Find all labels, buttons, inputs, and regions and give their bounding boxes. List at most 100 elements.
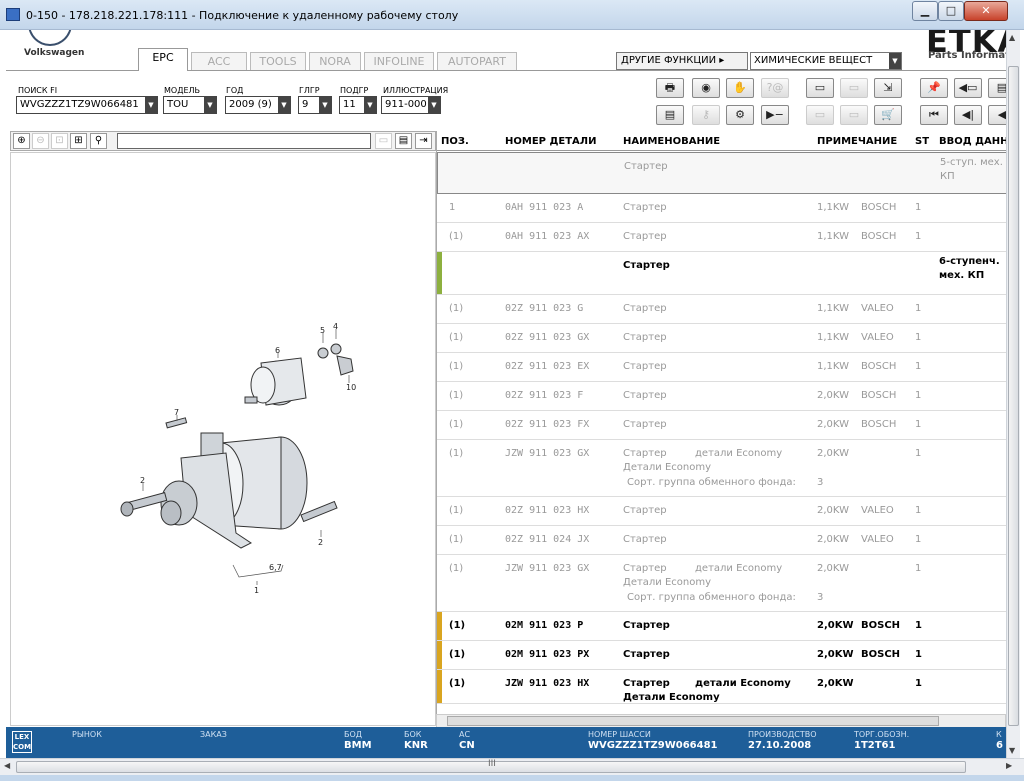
next-icon[interactable]: ◀: [988, 105, 1006, 125]
table-row[interactable]: (1) 02Z 911 023 HX Стартер 2,0KW VALEO 1: [437, 497, 1006, 526]
table-scroll-thumb[interactable]: [447, 716, 939, 726]
scroll-down-icon[interactable]: ▼: [1009, 746, 1015, 755]
window-horizontal-scrollbar[interactable]: ◀ III ▶: [0, 758, 1024, 775]
col-name[interactable]: НАИМЕНОВАНИЕ: [623, 136, 720, 147]
cart-icon[interactable]: 🛒: [874, 105, 902, 125]
cart-arrow-icon[interactable]: ⇲: [874, 78, 902, 98]
chevron-down-icon[interactable]: ▼: [364, 97, 376, 113]
scroll-right-icon[interactable]: ▶: [1006, 761, 1012, 770]
table-row[interactable]: (1) 02Z 911 023 G Стартер 1,1KW VALEO 1: [437, 295, 1006, 324]
elsa-icon[interactable]: ▭: [806, 78, 834, 98]
document-icon[interactable]: ▭: [840, 105, 868, 125]
tab-tools[interactable]: TOOLS: [250, 52, 306, 70]
table-row[interactable]: (1) 02Z 911 023 FX Стартер 2,0KW BOSCH 1: [437, 411, 1006, 440]
zoom-in-icon[interactable]: ⊕: [13, 133, 30, 149]
book-icon[interactable]: ▤: [988, 78, 1006, 98]
first-icon[interactable]: ⏮: [920, 105, 948, 125]
col-pos[interactable]: ПОЗ.: [441, 136, 469, 147]
vin-search-select[interactable]: WVGZZZ1TZ9W066481 ▼: [16, 96, 158, 114]
chevron-down-icon[interactable]: ▼: [278, 97, 290, 113]
tab-acc[interactable]: ACC: [191, 52, 247, 70]
table-row[interactable]: 1 0AH 911 023 A Стартер 1,1KW BOSCH 1: [437, 194, 1006, 223]
col-part-number[interactable]: НОМЕР ДЕТАЛИ: [505, 136, 596, 147]
illustration-select[interactable]: 911-000 ▼: [381, 96, 441, 114]
copy-view-icon[interactable]: ▭: [375, 133, 392, 149]
col-note[interactable]: ПРИМЕЧАНИЕ: [817, 136, 897, 147]
table-row[interactable]: (1) JZW 911 023 GX Стартер детали Economy Де…: [437, 555, 1006, 612]
table-horizontal-scrollbar[interactable]: [436, 714, 1006, 728]
note-cell: 1,1KW: [817, 361, 849, 372]
production-value: 27.10.2008: [748, 740, 812, 751]
bike-icon[interactable]: ⚙: [726, 105, 754, 125]
table-row[interactable]: (1) 02M 911 023 PX Стартер 2,0KW BOSCH 1: [437, 641, 1006, 670]
tab-epc[interactable]: EPC: [138, 48, 188, 71]
name-extra-cell: детали Economy: [695, 678, 791, 689]
chemicals-select[interactable]: ХИМИЧЕСКИЕ ВЕЩЕСТ ▼: [750, 52, 902, 70]
illustration-search-input[interactable]: [117, 133, 371, 149]
model-select[interactable]: TOU ▼: [163, 96, 217, 114]
scroll-left-icon[interactable]: ◀: [4, 761, 10, 770]
back-book-icon[interactable]: ◀▭: [954, 78, 982, 98]
chevron-down-icon[interactable]: ▼: [204, 97, 216, 113]
table-row[interactable]: (1) 02Z 911 023 F Стартер 2,0KW BOSCH 1: [437, 382, 1006, 411]
cd-icon[interactable]: ◉: [692, 78, 720, 98]
vertical-scroll-thumb[interactable]: [1008, 66, 1019, 726]
printer-icon[interactable]: 🖶: [656, 78, 684, 98]
close-button[interactable]: ✕: [964, 1, 1008, 21]
callout-7[interactable]: 7: [174, 408, 179, 417]
scroll-grip: III: [488, 759, 496, 769]
table-row[interactable]: (1) 02M 911 023 P Стартер 2,0KW BOSCH 1: [437, 612, 1006, 641]
table-row[interactable]: (1) JZW 911 023 GX Стартер детали Economy Де…: [437, 440, 1006, 497]
tab-infoline[interactable]: INFOLINE: [364, 52, 434, 70]
callout-10[interactable]: 10: [346, 383, 356, 392]
starter-illustration[interactable]: 6 5 4 10 7 2 2 6,7 1: [10, 152, 436, 726]
magnifier-icon[interactable]: ⚲: [90, 133, 107, 149]
table-row[interactable]: (1) 02Z 911 024 JX Стартер 2,0KW VALEO 1: [437, 526, 1006, 555]
copy-icon[interactable]: ▭: [806, 105, 834, 125]
play-minus-icon[interactable]: ▶−: [761, 105, 789, 125]
col-input[interactable]: ВВОД ДАННЫХ: [939, 136, 1006, 147]
callout-5[interactable]: 5: [320, 326, 325, 335]
chevron-down-icon[interactable]: ▼: [319, 97, 331, 113]
callout-4[interactable]: 4: [333, 322, 338, 331]
main-group-select[interactable]: 9 ▼: [298, 96, 332, 114]
gebrot-icon[interactable]: ▭: [840, 78, 868, 98]
prev-icon[interactable]: ◀|: [954, 105, 982, 125]
minimize-button[interactable]: ▁: [912, 1, 938, 21]
layout-icon[interactable]: ▤: [395, 133, 412, 149]
list-icon[interactable]: ▤: [656, 105, 684, 125]
callout-2a[interactable]: 2: [140, 476, 145, 485]
help-icon[interactable]: ?@: [761, 78, 789, 98]
scroll-up-icon[interactable]: ▲: [1009, 33, 1015, 42]
table-row[interactable]: Стартер 5-ступ. мех. КП: [437, 152, 1006, 194]
tab-autopart[interactable]: AUTOPART: [437, 52, 517, 70]
expand-icon[interactable]: ⇥: [415, 133, 432, 149]
pin-icon[interactable]: 📌: [920, 78, 948, 98]
chevron-down-icon[interactable]: ▼: [889, 53, 901, 69]
table-row[interactable]: (1) 02Z 911 023 EX Стартер 1,1KW BOSCH 1: [437, 353, 1006, 382]
table-row[interactable]: (1) JZW 911 023 HX Стартер детали Economy Де…: [437, 670, 1006, 704]
window-vertical-scrollbar[interactable]: ▲ ▼: [1006, 30, 1020, 758]
callout-2b[interactable]: 2: [318, 538, 323, 547]
zoom-fit-icon[interactable]: ⊞: [70, 133, 87, 149]
key-icon[interactable]: ⚷: [692, 105, 720, 125]
col-st[interactable]: ST: [915, 136, 929, 147]
year-select[interactable]: 2009 (9) ▼: [225, 96, 291, 114]
handshake-icon[interactable]: ✋: [726, 78, 754, 98]
tab-nora[interactable]: NORA: [309, 52, 361, 70]
callout-1[interactable]: 1: [254, 586, 259, 595]
other-functions-button[interactable]: ДРУГИЕ ФУНКЦИИ ▸: [616, 52, 748, 70]
callout-6-7[interactable]: 6,7: [269, 563, 282, 572]
zoom-out-icon[interactable]: ⊖: [32, 133, 49, 149]
sub-group-select[interactable]: 11 ▼: [339, 96, 377, 114]
table-row[interactable]: (1) 02Z 911 023 GX Стартер 1,1KW VALEO 1: [437, 324, 1006, 353]
chevron-down-icon[interactable]: ▼: [145, 97, 157, 113]
chevron-down-icon[interactable]: ▼: [428, 97, 440, 113]
k-label: К: [996, 730, 1002, 739]
maximize-button[interactable]: □: [938, 1, 964, 21]
pos-cell: (1): [449, 448, 464, 459]
zoom-area-icon[interactable]: ⊡: [51, 133, 68, 149]
callout-6[interactable]: 6: [275, 346, 280, 355]
table-row[interactable]: (1) 0AH 911 023 AX Стартер 1,1KW BOSCH 1: [437, 223, 1006, 252]
table-row[interactable]: Стартер 6-ступенч. мех. КП: [437, 252, 1006, 295]
